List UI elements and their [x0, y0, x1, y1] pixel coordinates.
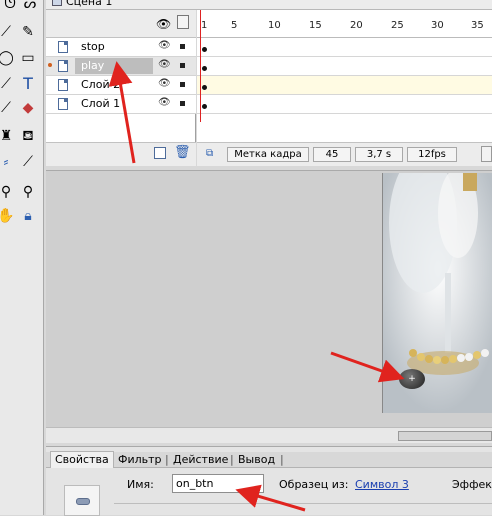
arrow-to-button — [330, 351, 405, 383]
arrow-to-name-field — [235, 484, 306, 512]
annotation-arrows — [108, 61, 405, 512]
arrow-to-play-layer — [108, 61, 136, 164]
